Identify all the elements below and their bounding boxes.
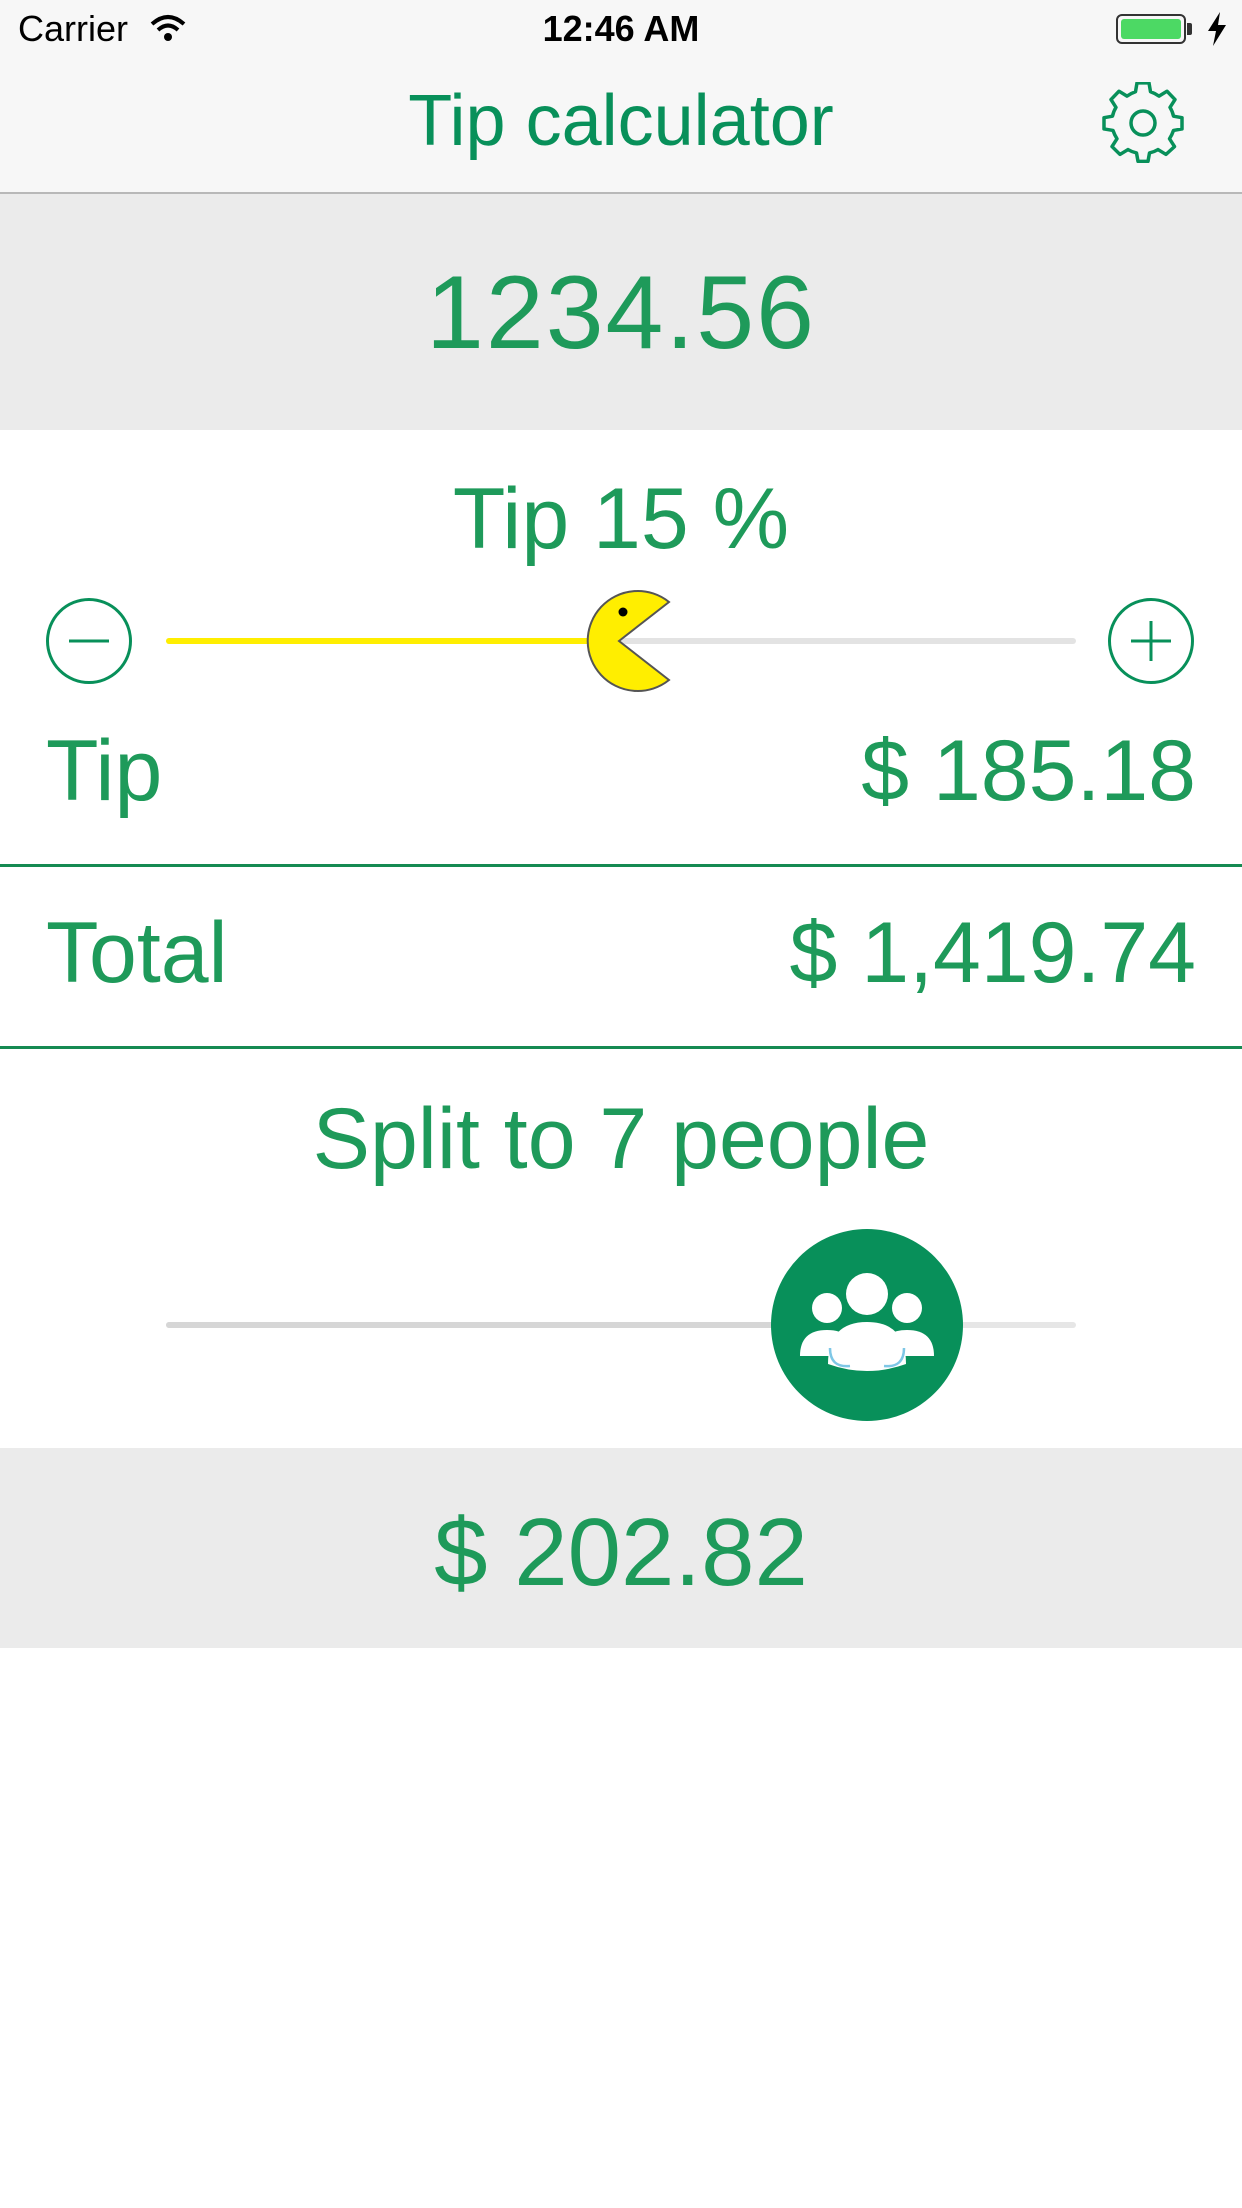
tip-row-divider [0, 864, 1242, 867]
total-row-divider [0, 1046, 1242, 1049]
split-people-label: Split to 7 people [312, 1091, 930, 1187]
battery-tip [1187, 23, 1192, 35]
tip-slider-thumb[interactable] [567, 582, 675, 700]
total-label: Total [46, 905, 228, 1001]
charging-bolt-icon [1208, 12, 1226, 46]
status-time: 12:46 AM [542, 8, 700, 49]
split-slider-thumb[interactable] [770, 1228, 964, 1422]
minus-circle-icon [69, 639, 109, 643]
battery-icon [1116, 14, 1186, 44]
per-person-panel: $ 202.82 [0, 1448, 1242, 1648]
increase-tip-button[interactable] [1108, 598, 1194, 684]
bill-amount-field[interactable]: 1234.56 [0, 194, 1242, 430]
tip-percent-label: Tip 15 % [452, 471, 790, 567]
per-person-value: $ 202.82 [434, 1499, 808, 1606]
status-bar: Carrier 12:46 AM [0, 0, 1242, 62]
pacman-icon [586, 590, 671, 692]
gear-icon[interactable] [1102, 82, 1184, 164]
decrease-tip-button[interactable] [46, 598, 132, 684]
page-title: Tip calculator [408, 81, 834, 161]
split-slider-fill [166, 1322, 867, 1328]
total-value: $ 1,419.74 [789, 905, 1196, 1001]
nav-bar: Tip calculator [0, 62, 1242, 194]
plus-circle-icon [1131, 621, 1171, 661]
bill-amount-value[interactable]: 1234.56 [0, 254, 1242, 373]
tip-slider-fill [166, 638, 621, 644]
pacman-eye [618, 607, 628, 617]
tip-amount-label: Tip [46, 723, 163, 819]
tip-amount-value: $ 185.18 [861, 723, 1196, 819]
